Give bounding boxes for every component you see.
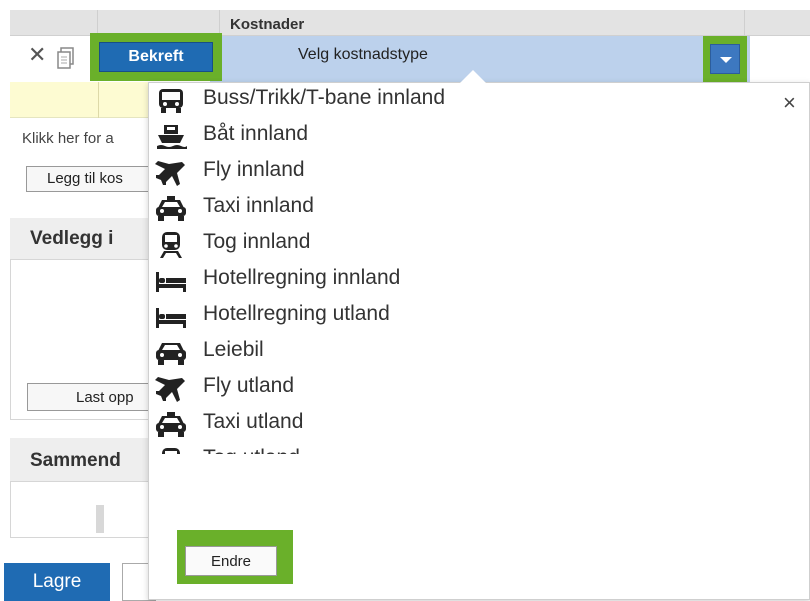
header-cell bbox=[10, 10, 98, 36]
train-icon bbox=[155, 448, 187, 454]
list-item[interactable]: Tog utland bbox=[150, 442, 550, 454]
plane-icon bbox=[155, 160, 187, 186]
list-item[interactable]: Fly innland bbox=[150, 154, 550, 190]
list-item-label: Hotellregning utland bbox=[203, 302, 390, 325]
taxi-icon bbox=[155, 196, 187, 222]
attachments-title: Vedlegg i bbox=[30, 228, 114, 249]
copy-icon[interactable] bbox=[56, 46, 76, 70]
list-item[interactable]: Fly utland bbox=[150, 370, 550, 406]
list-item-label: Taxi utland bbox=[203, 410, 304, 433]
list-item-label: Båt innland bbox=[203, 122, 309, 145]
list-item-label: Buss/Trikk/T-bane innland bbox=[203, 86, 446, 109]
list-item[interactable]: Hotellregning innland bbox=[150, 262, 550, 298]
change-button[interactable]: Endre bbox=[185, 546, 277, 576]
list-item[interactable]: Båt innland bbox=[150, 118, 550, 154]
list-item[interactable]: Taxi utland bbox=[150, 406, 550, 442]
list-item[interactable]: Buss/Trikk/T-bane innland bbox=[150, 82, 550, 118]
boat-icon bbox=[155, 124, 187, 150]
list-item-label: Leiebil bbox=[203, 338, 264, 361]
list-item[interactable]: Leiebil bbox=[150, 334, 550, 370]
taxi-icon bbox=[155, 412, 187, 438]
cell-divider bbox=[98, 82, 99, 118]
car-icon bbox=[155, 340, 187, 366]
plane-icon bbox=[155, 376, 187, 402]
hint-text[interactable]: Klikk her for a bbox=[22, 130, 114, 147]
list-item-label: Taxi innland bbox=[203, 194, 314, 217]
confirm-button[interactable]: Bekreft bbox=[99, 42, 213, 72]
summary-scrollbar[interactable] bbox=[96, 505, 104, 533]
bed-icon bbox=[155, 304, 187, 330]
train-icon bbox=[155, 232, 187, 258]
costs-column-header: Kostnader bbox=[230, 16, 305, 33]
list-item-label: Hotellregning innland bbox=[203, 266, 401, 289]
bus-icon bbox=[155, 88, 187, 114]
list-item[interactable]: Taxi innland bbox=[150, 190, 550, 226]
close-icon[interactable]: ✕ bbox=[28, 44, 46, 66]
list-item[interactable]: Hotellregning utland bbox=[150, 298, 550, 334]
close-icon[interactable]: × bbox=[783, 92, 796, 114]
bed-icon bbox=[155, 268, 187, 294]
cost-type-list[interactable]: Buss/Trikk/T-bane innland Båt innland Fly … bbox=[150, 82, 550, 454]
header-divider bbox=[744, 10, 745, 36]
cost-type-select[interactable]: Velg kostnadstype bbox=[298, 46, 428, 64]
list-item-label: Fly utland bbox=[203, 374, 295, 397]
list-item[interactable]: Tog innland bbox=[150, 226, 550, 262]
save-button[interactable]: Lagre bbox=[4, 563, 110, 601]
list-item-label: Tog utland bbox=[203, 446, 300, 454]
list-item-label: Tog innland bbox=[203, 230, 311, 253]
summary-title: Sammend bbox=[30, 450, 121, 471]
list-item-label: Fly innland bbox=[203, 158, 305, 181]
chevron-down-icon[interactable] bbox=[710, 44, 740, 74]
